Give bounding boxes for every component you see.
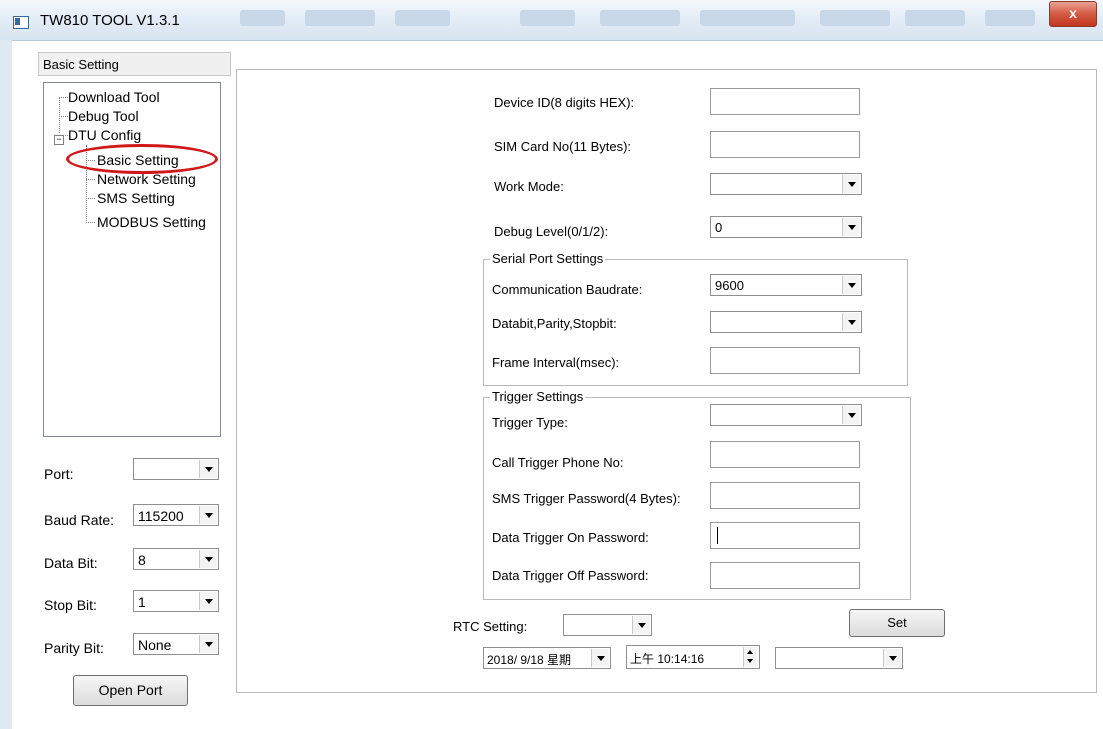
tree-item-debug-tool[interactable]: Debug Tool: [68, 108, 139, 124]
tree-item-sms-setting[interactable]: SMS Setting: [97, 190, 175, 206]
text-cursor: [717, 527, 718, 544]
chevron-down-icon[interactable]: [842, 276, 860, 294]
chevron-down-icon[interactable]: [199, 592, 217, 610]
set-button[interactable]: Set: [849, 609, 945, 637]
chevron-down-icon[interactable]: [591, 649, 609, 667]
communication-baudrate-label: Communication Baudrate:: [492, 282, 643, 297]
window-border: [0, 40, 12, 729]
rtc-date-picker[interactable]: 2018/ 9/18 星期: [483, 647, 611, 669]
call-trigger-label: Call Trigger Phone No:: [492, 455, 624, 470]
databit-parity-stopbit-select[interactable]: [710, 311, 862, 333]
tree-item-download-tool[interactable]: Download Tool: [68, 89, 160, 105]
chevron-down-icon[interactable]: [199, 506, 217, 524]
chevron-down-icon[interactable]: [842, 175, 860, 193]
rtc-extra-select[interactable]: [775, 647, 903, 669]
serial-group-title: Serial Port Settings: [490, 251, 606, 266]
chevron-down-icon[interactable]: [632, 616, 650, 634]
data-trigger-on-input[interactable]: [710, 522, 860, 549]
window-title: TW810 TOOL V1.3.1: [40, 12, 180, 29]
frame-interval-input[interactable]: [710, 347, 860, 374]
chevron-down-icon[interactable]: [883, 649, 901, 667]
data-trigger-off-input[interactable]: [710, 562, 860, 589]
parity-bit-select[interactable]: None: [133, 633, 219, 655]
work-mode-select[interactable]: [710, 173, 862, 195]
device-id-label: Device ID(8 digits HEX):: [494, 95, 635, 110]
tree-item-modbus-setting[interactable]: MODBUS Setting: [97, 214, 206, 230]
call-trigger-input[interactable]: [710, 441, 860, 468]
tree-item-dtu-config[interactable]: DTU Config: [68, 127, 141, 143]
trigger-type-label: Trigger Type:: [492, 415, 568, 430]
selected-page-label: Basic Setting: [43, 57, 119, 72]
open-port-button[interactable]: Open Port: [73, 675, 188, 706]
parity-bit-label: Parity Bit:: [44, 640, 104, 656]
sim-card-input[interactable]: [710, 131, 860, 158]
data-trigger-on-label: Data Trigger On Password:: [492, 530, 649, 545]
trigger-type-select[interactable]: [710, 404, 862, 426]
chevron-down-icon[interactable]: [842, 406, 860, 424]
rtc-setting-select[interactable]: [563, 614, 652, 636]
highlight-annotation: [66, 144, 218, 174]
rtc-setting-label: RTC Setting:: [453, 619, 528, 634]
stop-bit-label: Stop Bit:: [44, 597, 97, 613]
sms-trigger-password-label: SMS Trigger Password(4 Bytes):: [492, 491, 681, 506]
chevron-down-icon[interactable]: [199, 550, 217, 568]
chevron-down-icon[interactable]: [199, 460, 217, 478]
chevron-down-icon[interactable]: [842, 218, 860, 236]
data-bit-select[interactable]: 8: [133, 548, 219, 570]
debug-level-label: Debug Level(0/1/2):: [494, 224, 609, 239]
rtc-time-picker[interactable]: 上午 10:14:16: [626, 645, 760, 669]
chevron-down-icon[interactable]: [842, 313, 860, 331]
baud-rate-select[interactable]: 115200: [133, 504, 219, 526]
baud-rate-label: Baud Rate:: [44, 512, 115, 528]
communication-baudrate-select[interactable]: 9600: [710, 274, 862, 296]
navigation-tree[interactable]: Download Tool Debug Tool − DTU Config Ba…: [43, 82, 221, 437]
collapse-icon[interactable]: −: [54, 135, 64, 145]
work-mode-label: Work Mode:: [494, 179, 564, 194]
port-select[interactable]: [133, 458, 219, 480]
data-bit-label: Data Bit:: [44, 555, 98, 571]
frame-interval-label: Frame Interval(msec):: [492, 355, 620, 370]
app-icon: [13, 16, 29, 29]
spin-updown-icon[interactable]: [743, 647, 757, 667]
sms-trigger-password-input[interactable]: [710, 482, 860, 509]
trigger-group-title: Trigger Settings: [490, 389, 586, 404]
port-label: Port:: [44, 466, 74, 482]
debug-level-select[interactable]: 0: [710, 216, 862, 238]
selected-page-header: Basic Setting: [38, 52, 231, 76]
sim-card-label: SIM Card No(11 Bytes):: [494, 139, 632, 154]
data-trigger-off-label: Data Trigger Off Password:: [492, 568, 649, 583]
device-id-input[interactable]: [710, 88, 860, 115]
close-button[interactable]: x: [1049, 1, 1097, 27]
title-bar[interactable]: TW810 TOOL V1.3.1 x: [0, 0, 1103, 41]
stop-bit-select[interactable]: 1: [133, 590, 219, 612]
chevron-down-icon[interactable]: [199, 635, 217, 653]
databit-parity-stopbit-label: Databit,Parity,Stopbit:: [492, 316, 617, 331]
